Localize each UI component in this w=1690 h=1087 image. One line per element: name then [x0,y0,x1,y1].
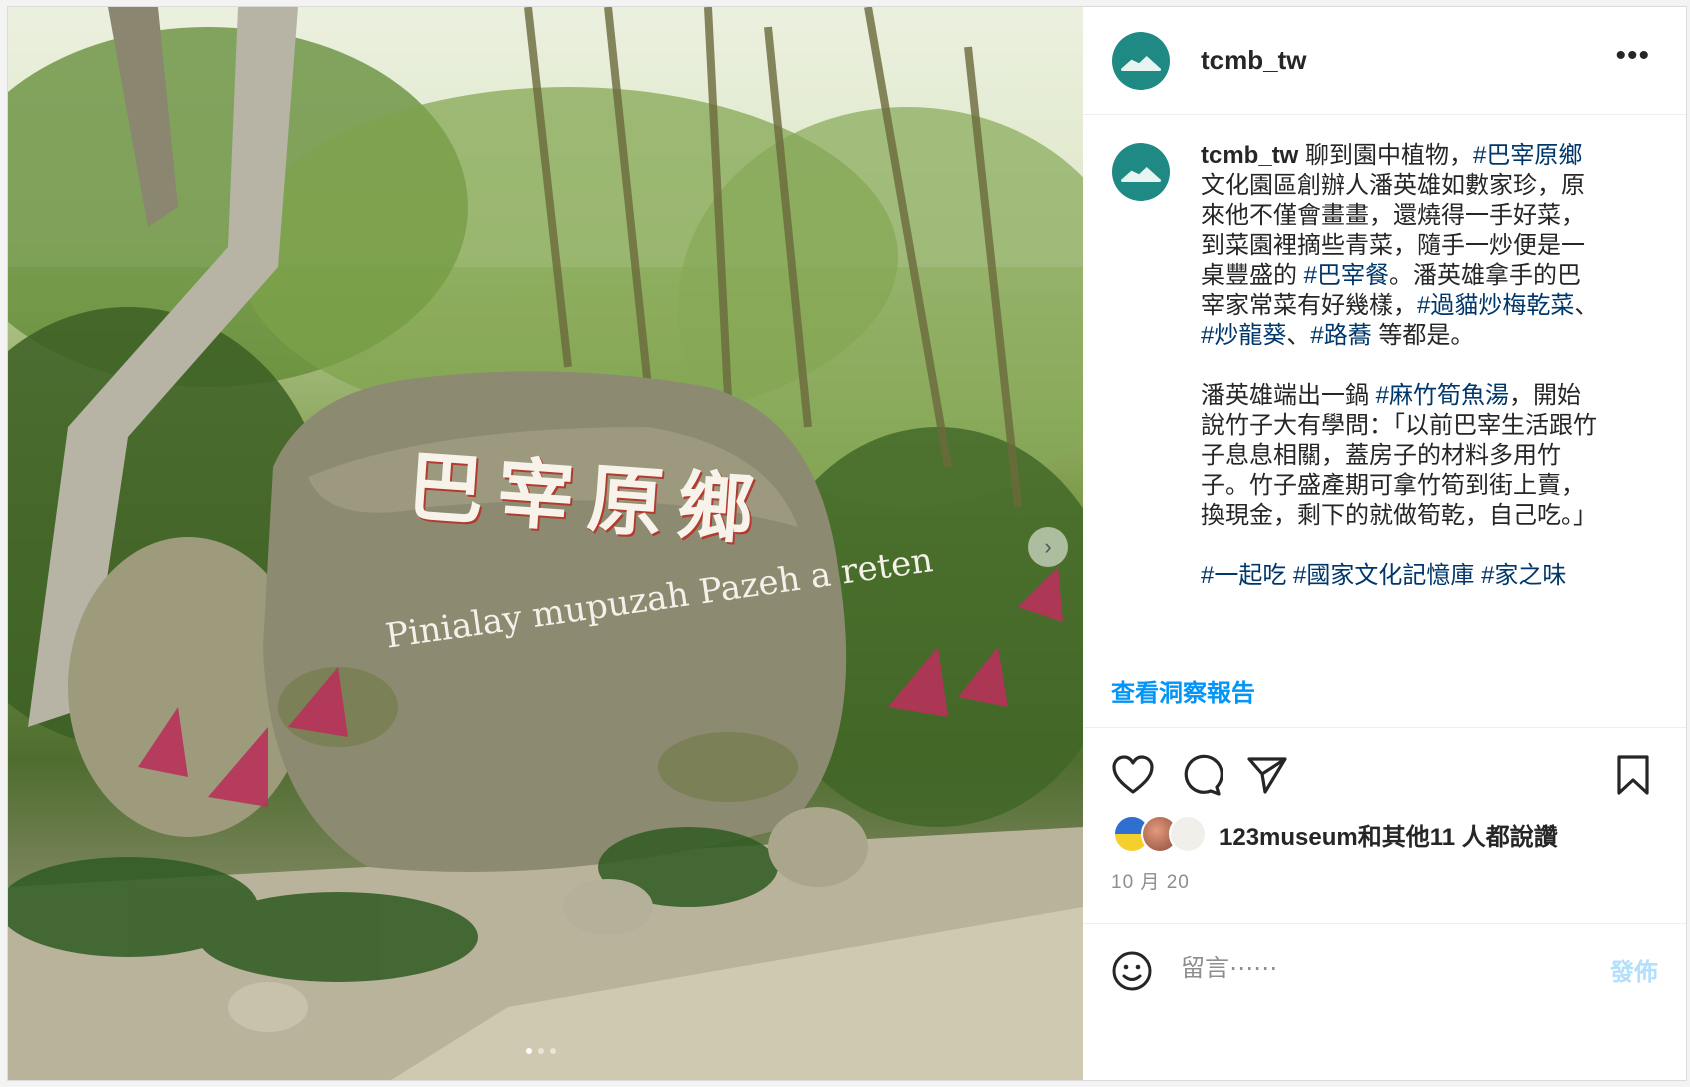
logo-mountain-shape [1122,167,1160,179]
hashtag-link[interactable]: #一起吃 [1201,562,1286,589]
hashtag-link[interactable]: #巴宰餐 [1304,262,1389,289]
send-icon [1247,757,1287,794]
post-comment-button[interactable]: 發佈 [1610,952,1658,987]
hashtag-link[interactable]: #麻竹筍魚湯 [1376,382,1509,409]
caption-username[interactable]: tcmb_tw [1201,142,1298,169]
view-insights-link[interactable]: 查看洞察報告 [1111,673,1255,708]
share-button[interactable] [1245,754,1289,801]
action-bar [1083,727,1686,796]
hashtag-link[interactable]: #國家文化記憶庫 [1293,562,1474,589]
next-photo-button[interactable]: › [1028,527,1068,567]
caption-avatar[interactable] [1112,143,1170,201]
carousel-dot [538,1048,544,1054]
save-button[interactable] [1615,754,1651,801]
comment-bar: 發佈 [1083,923,1686,1016]
carousel-dot-active [526,1048,532,1054]
caption-area: tcmb_tw 聊到園中植物，#巴宰原鄉 文化園區創辦人潘英雄如數家珍，原來他不… [1083,115,1686,655]
post-date[interactable]: 10 月 20 [1111,867,1190,894]
chevron-right-icon: › [1044,534,1052,559]
post-header: tcmb_tw ••• [1083,7,1686,115]
likes-row: 123museum和其他11 人都說讚 [1113,815,1558,853]
hashtag-link[interactable]: #炒龍葵 [1201,322,1286,349]
liker-avatar[interactable] [1169,815,1207,853]
logo-wave-shape [1121,179,1161,182]
logo-wave-shape [1121,68,1161,71]
caption-body: 聊到園中植物，#巴宰原鄉 文化園區創辦人潘英雄如數家珍，原來他不僅會畫畫，還燒得… [1201,142,1598,589]
heart-icon [1112,755,1154,794]
header-username[interactable]: tcmb_tw [1201,45,1306,76]
post-photo[interactable]: 巴宰原鄉 Pinialay mupuzah Pazeh a reten › [8,7,1083,1080]
caption-text-segment: 聊到園中植物， [1298,142,1474,169]
post-side-panel: tcmb_tw ••• tcmb_tw 聊到園中植物，#巴宰原鄉 文化園區創辦人… [1083,7,1686,1080]
hashtag-link[interactable]: #巴宰原鄉 [1473,142,1582,169]
carousel-dots [526,1048,556,1054]
logo-mountain-shape [1122,56,1160,68]
emoji-button[interactable] [1111,950,1153,997]
avatar[interactable] [1112,32,1170,90]
more-options-button[interactable]: ••• [1615,41,1650,71]
caption-text-segment: 、 [1574,292,1599,319]
hashtag-link[interactable]: #過貓炒梅乾菜 [1417,292,1574,319]
comment-icon [1184,754,1224,796]
comment-button[interactable] [1179,754,1224,801]
like-button[interactable] [1111,754,1155,801]
carousel-dot [550,1048,556,1054]
hashtag-link[interactable]: #路蕎 [1310,322,1371,349]
comment-input[interactable] [1179,948,1543,990]
bookmark-icon [1617,755,1649,795]
likes-count[interactable]: 123museum和其他11 人都說讚 [1219,817,1558,852]
smiley-icon [1112,951,1152,991]
more-horizontal-icon: ••• [1615,39,1650,72]
post-card: 巴宰原鄉 Pinialay mupuzah Pazeh a reten › tc… [7,6,1687,1081]
hashtag-link[interactable]: #家之味 [1481,562,1566,589]
caption-text-segment: 、 [1286,322,1311,349]
caption-text: tcmb_tw 聊到園中植物，#巴宰原鄉 文化園區創辦人潘英雄如數家珍，原來他不… [1201,141,1601,591]
